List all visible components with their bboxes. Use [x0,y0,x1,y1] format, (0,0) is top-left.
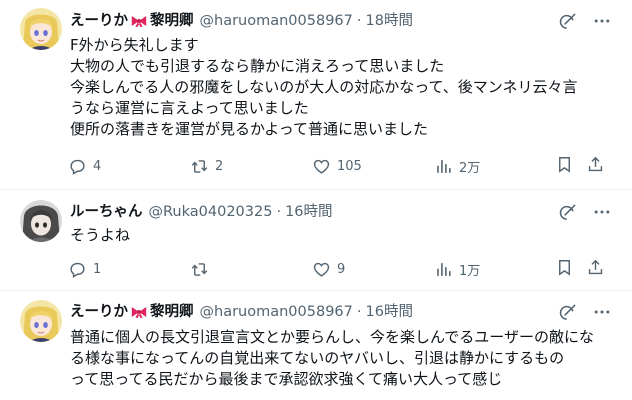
grok-icon[interactable] [558,202,578,222]
retweet-count: 2 [215,158,224,174]
grok-icon[interactable] [558,302,578,322]
top-actions [558,301,612,323]
like-button[interactable]: 105 [312,155,362,177]
avatar[interactable] [20,300,62,342]
tweet-line: って思ってる民だから最後まで承認欲求強くて痛い大人って感じ [70,370,503,388]
bow-emoji-icon [130,14,148,28]
bookmark-icon[interactable] [555,258,574,277]
more-icon[interactable] [592,302,612,322]
reply-button[interactable]: 1 [68,258,101,280]
tweet-header: ルーちゃん @Ruka04020325 · 16時間 [70,201,333,223]
like-count: 9 [337,261,346,277]
tweet-line: 便所の落書きを運営が見るかよって普通に思いました [70,120,429,138]
handle[interactable]: @haruoman0058967 [200,10,353,32]
secondary-actions [555,258,605,277]
action-bar: 1 9 1万 [68,258,608,280]
views-count: 1万 [459,263,481,279]
divider [0,189,632,190]
retweet-button[interactable] [190,258,215,280]
grok-icon[interactable] [558,11,578,31]
retweet-button[interactable]: 2 [190,155,223,177]
tweet-line: 今楽しんでる人の邪魔をしないのが大人の対応かなって、後マンネリ云々言 [70,78,578,96]
tweet-text: F外から失礼します 大物の人でも引退するなら静かに消えろって思いました 今楽しん… [70,35,620,140]
timestamp[interactable]: 18時間 [366,10,413,32]
display-name[interactable]: えーりか [70,10,128,32]
more-icon[interactable] [592,202,612,222]
share-icon[interactable] [586,155,605,174]
like-icon [312,157,331,176]
separator-dot: · [356,13,362,29]
views-button[interactable]: 2万 [434,155,480,177]
like-icon [312,260,331,279]
reply-count: 1 [93,261,102,277]
views-count: 2万 [459,160,481,176]
handle[interactable]: @Ruka04020325 [149,201,273,223]
like-count: 105 [337,158,362,174]
reply-button[interactable]: 4 [68,155,101,177]
separator-dot: · [356,304,362,320]
divider [0,290,632,291]
retweet-icon [190,157,209,176]
top-actions [558,10,612,32]
tweet-line: る様な事になってんの自覚出来てないのヤバいし、引退は静かにするもの [70,349,565,367]
tweet-line: うなら運営に言えよって思いました [70,99,309,117]
display-name-suffix[interactable]: 黎明卿 [150,301,194,323]
tweet-line: そうよね [70,226,131,244]
display-name[interactable]: えーりか [70,301,128,323]
separator-dot: · [276,204,282,220]
tweet-header: えーりか 黎明卿 @haruoman0058967 · 16時間 [70,301,413,323]
reply-icon [68,157,87,176]
bow-emoji-icon [130,305,148,319]
retweet-icon [190,260,209,279]
tweet-line: F外から失礼します [70,36,199,54]
views-icon [434,260,453,279]
timestamp[interactable]: 16時間 [285,201,332,223]
display-name-suffix[interactable]: 黎明卿 [150,10,194,32]
avatar[interactable] [20,8,62,50]
display-name[interactable]: ルーちゃん [70,201,143,223]
share-icon[interactable] [586,258,605,277]
like-button[interactable]: 9 [312,258,345,280]
tweet-text: そうよね [70,225,620,246]
tweet-line: 大物の人でも引退するなら静かに消えろって思いました [70,57,445,75]
tweet-line: 普通に個人の長文引退宣言文とか要らんし、今を楽しんでるユーザーの敵にな [70,328,594,346]
bookmark-icon[interactable] [555,155,574,174]
secondary-actions [555,155,605,174]
top-actions [558,201,612,223]
views-button[interactable]: 1万 [434,258,480,280]
tweet-text: 普通に個人の長文引退宣言文とか要らんし、今を楽しんでるユーザーの敵にな る様な事… [70,327,620,390]
timestamp[interactable]: 16時間 [366,301,413,323]
views-icon [434,157,453,176]
action-bar: 4 2 105 2万 [68,155,608,177]
tweet-header: えーりか 黎明卿 @haruoman0058967 · 18時間 [70,10,413,32]
reply-icon [68,260,87,279]
more-icon[interactable] [592,11,612,31]
handle[interactable]: @haruoman0058967 [200,301,353,323]
reply-count: 4 [93,158,102,174]
avatar[interactable] [20,200,62,242]
